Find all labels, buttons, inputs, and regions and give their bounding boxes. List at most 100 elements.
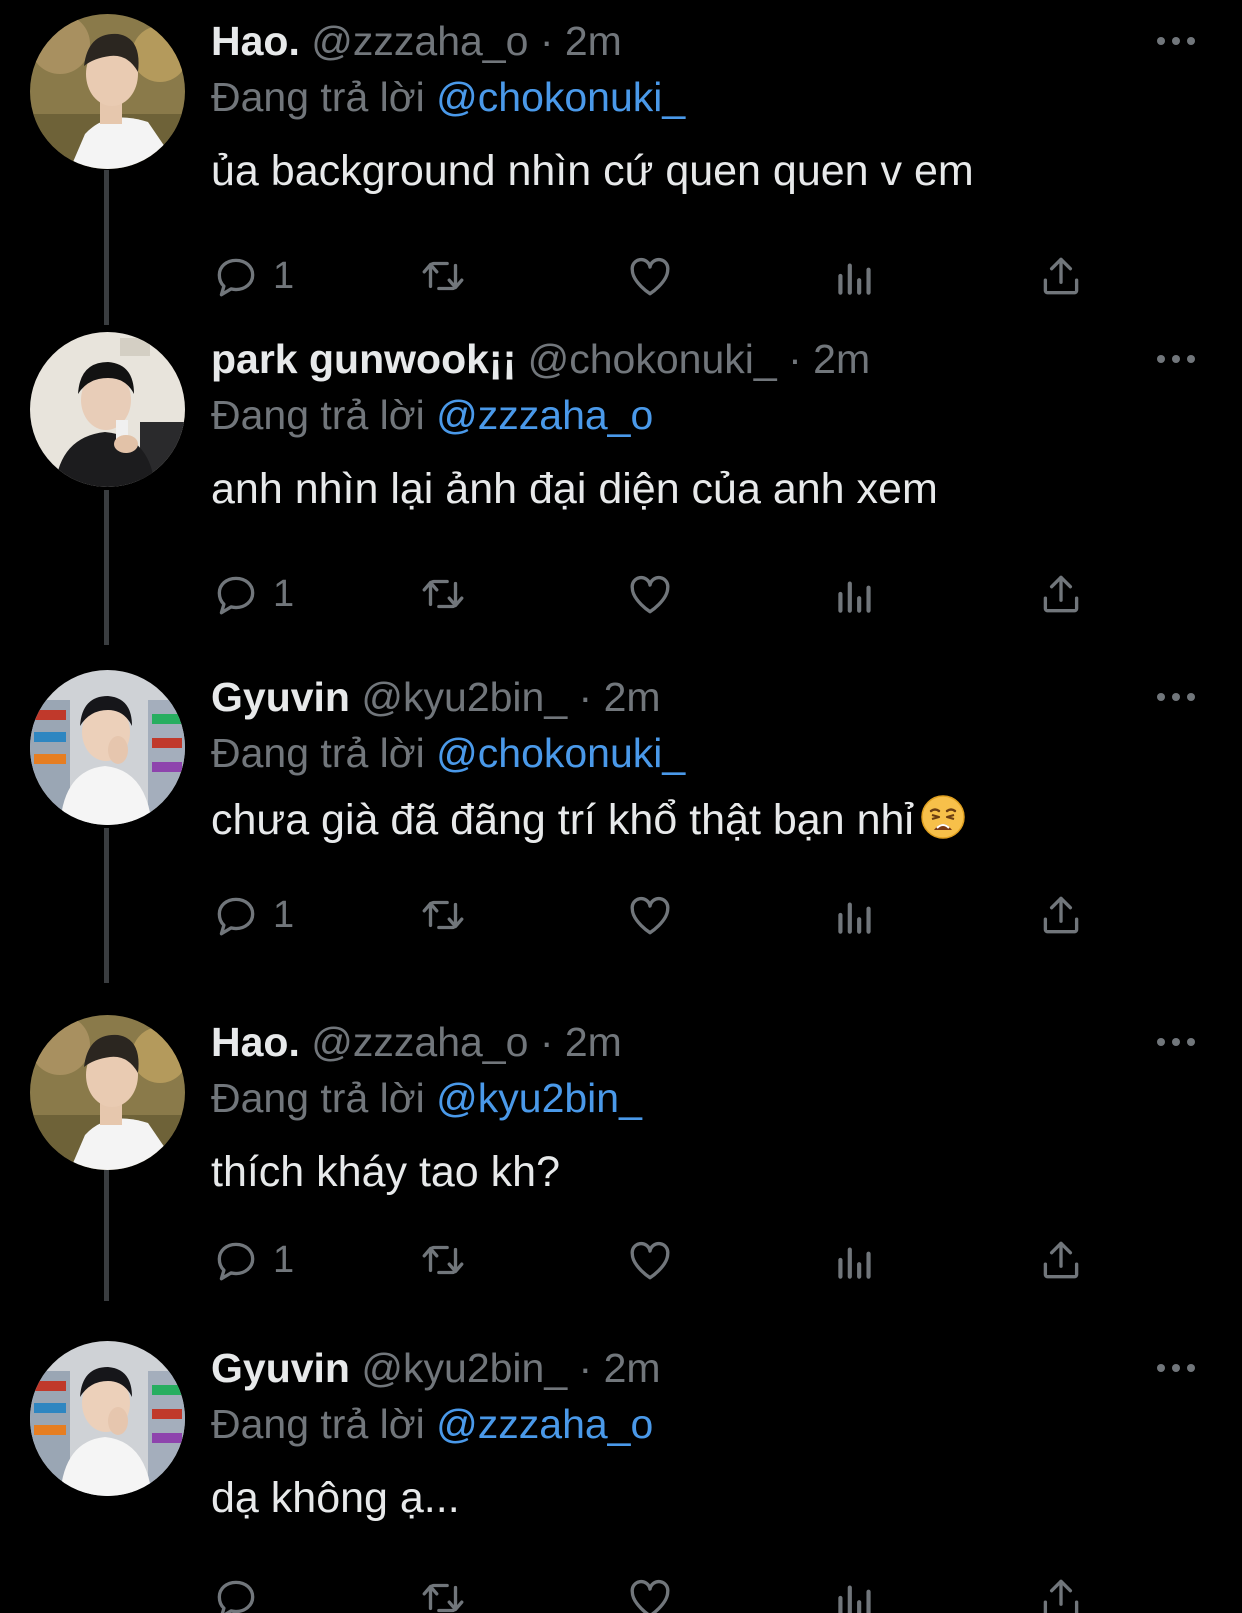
reply-button[interactable]: 1 <box>211 888 294 942</box>
tweet[interactable]: Hao. @zzzaha_o · 2m Đang trả lời @chokon… <box>0 14 1242 314</box>
more-options-button[interactable] <box>1154 1027 1198 1057</box>
reply-button[interactable]: 1 <box>211 249 294 303</box>
more-options-button[interactable] <box>1154 682 1198 712</box>
share-button[interactable] <box>1036 1571 1086 1613</box>
avatar[interactable] <box>30 670 185 825</box>
retweet-button[interactable] <box>418 1571 468 1613</box>
tweet-text: anh nhìn lại ảnh đại diện của anh xem <box>211 465 938 513</box>
share-button[interactable] <box>1036 888 1086 942</box>
timestamp[interactable]: 2m <box>565 18 622 64</box>
views-button[interactable] <box>830 1233 880 1287</box>
more-options-button[interactable] <box>1154 1353 1198 1383</box>
display-name[interactable]: Hao. <box>211 18 300 64</box>
views-icon <box>838 902 871 934</box>
tweet-header: Hao. @zzzaha_o · 2m <box>211 1017 622 1067</box>
views-icon <box>838 581 871 613</box>
views-button[interactable] <box>830 249 880 303</box>
reply-button[interactable]: 1 <box>211 567 294 621</box>
reply-icon <box>217 1242 255 1281</box>
user-handle[interactable]: @zzzaha_o <box>311 1019 528 1065</box>
retweet-icon <box>422 1583 464 1613</box>
avatar-gyuvin-image <box>30 1341 185 1496</box>
mention-link[interactable]: @chokonuki_ <box>436 74 685 120</box>
display-name[interactable]: Gyuvin <box>211 1345 350 1391</box>
retweet-button[interactable] <box>418 567 468 621</box>
share-button[interactable] <box>1036 249 1086 303</box>
action-bar: 1 <box>0 1233 1242 1293</box>
replying-to: Đang trả lời @zzzaha_o <box>211 1399 653 1449</box>
mention-link[interactable]: @kyu2bin_ <box>436 1075 642 1121</box>
tweet[interactable]: Gyuvin @kyu2bin_ · 2m Đang trả lời @zzza… <box>0 1341 1242 1613</box>
user-handle[interactable]: @zzzaha_o <box>311 18 528 64</box>
like-button[interactable] <box>625 567 675 621</box>
more-icon <box>1157 37 1195 45</box>
replying-label: Đang trả lời <box>211 1075 425 1121</box>
share-button[interactable] <box>1036 567 1086 621</box>
reply-button[interactable] <box>211 1571 273 1613</box>
retweet-button[interactable] <box>418 888 468 942</box>
more-options-button[interactable] <box>1154 26 1198 56</box>
timestamp[interactable]: 2m <box>813 336 870 382</box>
share-icon <box>1043 1579 1079 1613</box>
retweet-button[interactable] <box>418 1233 468 1287</box>
like-button[interactable] <box>625 249 675 303</box>
like-button[interactable] <box>625 1571 675 1613</box>
views-button[interactable] <box>830 567 880 621</box>
separator-dot: · <box>539 18 554 64</box>
separator-dot: · <box>788 336 802 382</box>
views-button[interactable] <box>830 1571 880 1613</box>
action-bar: 1 <box>0 567 1242 627</box>
retweet-button[interactable] <box>418 249 468 303</box>
tweet-text: thích kháy tao kh? <box>211 1148 560 1196</box>
avatar[interactable] <box>30 1015 185 1170</box>
replying-to: Đang trả lời @zzzaha_o <box>211 390 653 440</box>
separator-dot: · <box>578 1345 593 1391</box>
reply-count: 1 <box>273 572 295 615</box>
heart-icon <box>630 257 670 296</box>
action-bar: 1 <box>0 249 1242 309</box>
timestamp[interactable]: 2m <box>565 1019 622 1065</box>
tweet[interactable]: Hao. @zzzaha_o · 2m Đang trả lời @kyu2bi… <box>0 1015 1242 1315</box>
timestamp[interactable]: 2m <box>604 674 661 720</box>
avatar-hao-image <box>30 14 185 169</box>
tweet[interactable]: park gunwook¡¡ @chokonuki_ · 2m Đang trả… <box>0 332 1242 632</box>
tweet-text: dạ không ạ... <box>211 1474 460 1522</box>
share-button[interactable] <box>1036 1233 1086 1287</box>
views-button[interactable] <box>830 888 880 942</box>
like-button[interactable] <box>625 1233 675 1287</box>
more-options-button[interactable] <box>1154 344 1198 374</box>
user-handle[interactable]: @kyu2bin_ <box>361 674 567 720</box>
avatar[interactable] <box>30 332 185 487</box>
tweet-header: Gyuvin @kyu2bin_ · 2m <box>211 1343 661 1393</box>
more-icon <box>1157 1038 1195 1046</box>
reply-count: 1 <box>273 893 295 936</box>
reply-icon <box>217 1580 255 1613</box>
heart-icon <box>630 896 670 935</box>
avatar[interactable] <box>30 1341 185 1496</box>
tweet[interactable]: Gyuvin @kyu2bin_ · 2m Đang trả lời @chok… <box>0 670 1242 970</box>
retweet-icon <box>422 900 464 930</box>
reply-button[interactable]: 1 <box>211 1233 294 1287</box>
display-name[interactable]: Gyuvin <box>211 674 350 720</box>
tweet-text: chưa già đã đãng trí khổ thật bạn nhỉ <box>211 793 966 847</box>
timestamp[interactable]: 2m <box>604 1345 661 1391</box>
heart-icon <box>630 1241 670 1280</box>
retweet-icon <box>422 579 464 609</box>
reply-icon <box>217 258 255 297</box>
share-icon <box>1043 575 1079 613</box>
heart-icon <box>630 1579 670 1613</box>
user-handle[interactable]: @kyu2bin_ <box>361 1345 567 1391</box>
tweet-header: Hao. @zzzaha_o · 2m <box>211 16 622 66</box>
weary-face-emoji <box>921 795 965 839</box>
mention-link[interactable]: @zzzaha_o <box>436 392 653 438</box>
more-icon <box>1157 1364 1195 1372</box>
like-button[interactable] <box>625 888 675 942</box>
display-name[interactable]: park gunwook¡¡ <box>211 336 516 382</box>
mention-link[interactable]: @zzzaha_o <box>436 1401 653 1447</box>
display-name[interactable]: Hao. <box>211 1019 300 1065</box>
tweet-text: ủa background nhìn cứ quen quen v em <box>211 147 974 195</box>
user-handle[interactable]: @chokonuki_ <box>528 336 777 382</box>
reply-icon <box>217 897 255 936</box>
avatar[interactable] <box>30 14 185 169</box>
mention-link[interactable]: @chokonuki_ <box>436 730 685 776</box>
